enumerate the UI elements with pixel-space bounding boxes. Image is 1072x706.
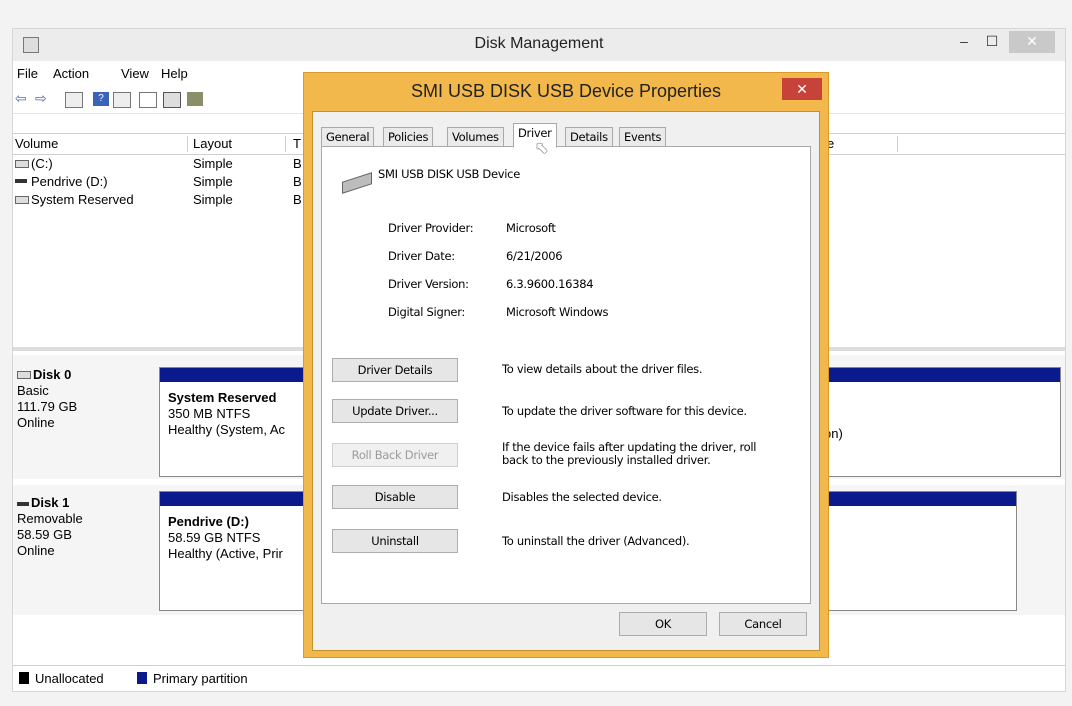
field-label: Driver Date:: [388, 249, 455, 263]
back-arrow-icon[interactable]: ⇦: [15, 90, 31, 106]
properties-icon[interactable]: [163, 92, 181, 108]
primary-swatch: [137, 672, 147, 684]
volume-layout: Simple: [193, 192, 233, 207]
window-title: Disk Management: [474, 35, 604, 52]
update-driver-button[interactable]: Update Driver...: [332, 399, 458, 423]
driver-details-button[interactable]: Driver Details: [332, 358, 458, 382]
disk-size: 58.59 GB: [17, 527, 72, 542]
close-button[interactable]: ✕: [1009, 31, 1055, 53]
usb-drive-icon: [17, 501, 29, 506]
field-label: Driver Provider:: [388, 221, 474, 235]
uninstall-button[interactable]: Uninstall: [332, 529, 458, 553]
legend-bar: Unallocated Primary partition: [13, 665, 1065, 691]
table-row[interactable]: Pendrive (D:) Simple B: [13, 173, 313, 191]
help-icon[interactable]: ?: [93, 92, 109, 106]
disk-type: Basic: [17, 383, 49, 398]
action-description: To uninstall the driver (Advanced).: [502, 534, 690, 548]
menu-view[interactable]: View: [121, 66, 149, 81]
action-description: If the device fails after updating the d…: [502, 440, 757, 467]
dialog-close-button[interactable]: ✕: [782, 78, 822, 100]
tab-details[interactable]: Details: [565, 127, 613, 147]
forward-arrow-icon[interactable]: ⇨: [35, 90, 51, 106]
disk-label[interactable]: Disk 1 Removable 58.59 GB Online: [17, 495, 153, 559]
disable-button[interactable]: Disable: [332, 485, 458, 509]
disk-status: Online: [17, 543, 55, 558]
table-row[interactable]: (C:) Simple B: [13, 155, 313, 173]
partition-fs: 58.59 GB NTFS: [168, 530, 261, 545]
action-description: To view details about the driver files.: [502, 362, 703, 376]
volume-layout: Simple: [193, 174, 233, 189]
col-extra[interactable]: e: [827, 136, 898, 152]
volume-name: (C:): [31, 156, 53, 171]
usb-device-icon: [342, 172, 372, 194]
partition-name: Pendrive (D:): [168, 514, 249, 529]
device-name: SMI USB DISK USB Device: [378, 167, 520, 181]
cancel-button[interactable]: Cancel: [719, 612, 807, 636]
settings-icon[interactable]: [187, 92, 203, 106]
usb-drive-icon: [15, 179, 27, 183]
legend-primary: Primary partition: [153, 671, 248, 686]
title-bar[interactable]: Disk Management – ☐ ✕: [13, 29, 1065, 61]
menu-action[interactable]: Action: [53, 66, 89, 81]
volume-type: B: [293, 192, 302, 207]
drive-icon: [15, 160, 29, 168]
field-value: 6/21/2006: [506, 249, 563, 263]
disk-status: Online: [17, 415, 55, 430]
roll-back-driver-button[interactable]: Roll Back Driver: [332, 443, 458, 467]
tab-events[interactable]: Events: [619, 127, 667, 147]
disk-type: Removable: [17, 511, 83, 526]
minimize-button[interactable]: –: [951, 31, 977, 53]
field-value: 6.3.9600.16384: [506, 277, 594, 291]
partition-fs: 350 MB NTFS: [168, 406, 251, 421]
mouse-cursor-icon: ⬉: [535, 140, 549, 157]
field-label: Digital Signer:: [388, 305, 466, 319]
action-description: To update the driver software for this d…: [502, 404, 747, 418]
disk-icon: [17, 371, 31, 379]
tab-general[interactable]: General: [321, 127, 375, 147]
legend-unallocated: Unallocated: [35, 671, 104, 686]
partition-info: Pendrive (D:) 58.59 GB NTFS Healthy (Act…: [168, 514, 283, 562]
menu-file[interactable]: File: [17, 66, 38, 81]
refresh-icon[interactable]: [139, 92, 157, 108]
disk-list-icon[interactable]: [65, 92, 83, 108]
disk-label[interactable]: Disk 0 Basic 111.79 GB Online: [17, 367, 153, 431]
maximize-button[interactable]: ☐: [979, 31, 1005, 53]
volume-type: B: [293, 174, 302, 189]
driver-tab-panel: SMI USB DISK USB Device Driver Provider:…: [321, 146, 811, 604]
field-value: Microsoft: [506, 221, 556, 235]
view-icon[interactable]: [113, 92, 131, 108]
drive-icon: [15, 196, 29, 204]
disk-name: Disk 1: [31, 495, 70, 510]
table-row[interactable]: System Reserved Simple B: [13, 191, 313, 209]
col-volume[interactable]: Volume: [15, 136, 188, 152]
dialog-body: General Policies Volumes Driver Details …: [312, 111, 820, 651]
volume-type: B: [293, 156, 302, 171]
col-layout[interactable]: Layout: [193, 136, 286, 152]
partition-info: System Reserved 350 MB NTFS Healthy (Sys…: [168, 390, 285, 438]
partition-name: System Reserved: [168, 390, 277, 405]
partition-health: Healthy (Active, Prir: [168, 546, 283, 561]
action-description: Disables the selected device.: [502, 490, 662, 504]
dialog-title[interactable]: SMI USB DISK USB Device Properties: [304, 81, 828, 102]
unallocated-swatch: [19, 672, 29, 684]
disk-size: 111.79 GB: [17, 399, 78, 414]
disk-name: Disk 0: [33, 367, 72, 382]
partition-health: Healthy (System, Ac: [168, 422, 286, 437]
ok-button[interactable]: OK: [619, 612, 707, 636]
menu-help[interactable]: Help: [161, 66, 188, 81]
volume-layout: Simple: [193, 156, 233, 171]
device-properties-dialog: SMI USB DISK USB Device Properties ✕ Gen…: [303, 72, 829, 658]
tab-policies[interactable]: Policies: [383, 127, 434, 147]
volume-name: Pendrive (D:): [31, 174, 108, 189]
tab-volumes[interactable]: Volumes: [447, 127, 504, 147]
field-label: Driver Version:: [388, 277, 469, 291]
field-value: Microsoft Windows: [506, 305, 609, 319]
volume-name: System Reserved: [31, 192, 134, 207]
